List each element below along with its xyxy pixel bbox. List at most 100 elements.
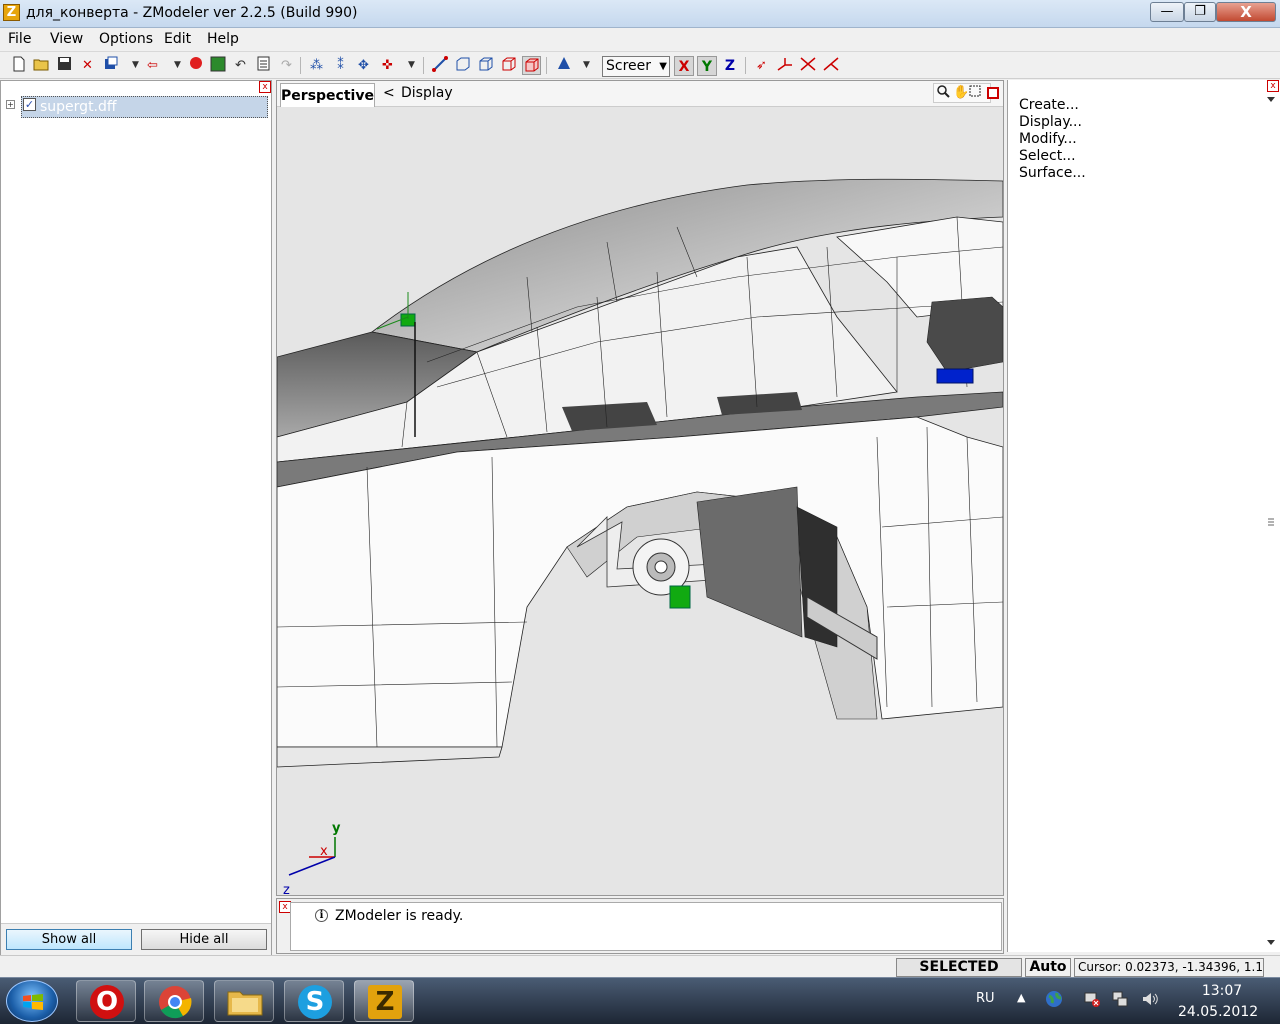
viewport-close-icon[interactable] [987,87,999,99]
dropdown-arrow-icon[interactable]: ▼ [577,56,596,75]
new-file-icon[interactable] [9,56,28,75]
tray-clock-date[interactable]: 24.05.2012 [1178,1004,1258,1020]
panel-close-icon[interactable]: x [259,81,271,93]
undo-stack-icon[interactable]: ⇦ [143,56,162,75]
material-icon[interactable] [208,56,227,75]
menu-file[interactable]: File [8,31,31,47]
taskbar-chrome[interactable] [144,980,204,1022]
axis-x-toggle[interactable]: X [674,56,694,76]
visibility-checkbox[interactable]: ✓ [23,98,36,111]
command-modify[interactable]: Modify... [1019,131,1077,148]
expand-icon[interactable]: + [6,100,15,109]
axis-gizmo-icon[interactable] [775,56,794,75]
menu-bar: File View Options Edit Help [0,28,1280,52]
panel-footer: Show all Hide all [1,923,271,956]
axis-z-toggle[interactable]: Z [720,56,740,76]
app-icon[interactable]: Z [3,4,20,21]
globe-icon[interactable] [1044,990,1064,1010]
command-display[interactable]: Display... [1019,114,1082,131]
3d-canvas[interactable]: y x z [277,107,1003,895]
axis-cross-icon[interactable] [798,56,817,75]
axis-pivot-icon[interactable] [821,56,840,75]
open-folder-icon[interactable] [32,56,51,75]
taskbar-opera[interactable]: O [76,980,136,1022]
menu-edit[interactable]: Edit [164,31,191,47]
menu-help[interactable]: Help [207,31,239,47]
tree-item[interactable]: + supergt.dff ✓ [6,96,268,118]
coordinate-system-select[interactable]: Screer ▼ [602,56,670,77]
tab-perspective[interactable]: Perspective [280,83,375,107]
zoom-icon[interactable] [937,85,950,102]
taskbar-skype[interactable]: S [284,980,344,1022]
pan-hand-icon[interactable]: ✋ [953,85,969,100]
transform-tool-icon[interactable]: ✜ [378,56,397,75]
hide-all-button[interactable]: Hide all [141,929,267,950]
taskbar-explorer[interactable] [214,980,274,1022]
status-auto[interactable]: Auto [1025,958,1071,977]
face-mode-icon[interactable] [453,56,472,75]
close-button[interactable]: X [1216,2,1276,22]
collapse-arrow-icon[interactable]: < [383,85,395,101]
chevron-down-icon: ▼ [659,61,667,72]
status-cursor: Cursor: 0.02373, -1.34396, 1.104 [1074,958,1264,977]
window-title: для_конверта - ZModeler ver 2.2.5 (Build… [26,5,358,21]
select-polygon-icon[interactable]: ⁑ [331,56,350,75]
skype-icon: S [298,985,332,1019]
network-icon[interactable] [1110,990,1130,1010]
group-mode-icon[interactable] [522,56,541,75]
panel-close-icon[interactable]: x [1267,80,1279,92]
windows-logo-icon [23,994,43,1010]
command-create[interactable]: Create... [1019,97,1079,114]
delete-icon[interactable]: ✕ [78,56,97,75]
record-icon[interactable] [186,56,205,75]
console-message: ZModeler is ready. [335,908,464,924]
vertical-scrollbar[interactable] [1263,94,1279,950]
volume-icon[interactable] [1140,990,1160,1010]
title-bar: Z для_конверта - ZModeler ver 2.2.5 (Bui… [0,0,1280,28]
taskbar-zmodeler[interactable]: Z [354,980,414,1022]
minimize-button[interactable]: — [1150,2,1184,22]
tray-language[interactable]: RU [976,991,995,1006]
tray-clock-time[interactable]: 13:07 [1192,983,1252,999]
car-model-wireframe: y x z [277,178,1003,895]
info-icon: i [315,909,328,922]
copy-icon[interactable] [101,56,120,75]
select-vertex-icon[interactable]: ⁂ [307,56,326,75]
console-log[interactable]: i ZModeler is ready. [290,902,1002,951]
dropdown-arrow-icon[interactable]: ▼ [168,56,187,75]
dropdown-arrow-icon[interactable]: ▼ [402,56,421,75]
menu-view[interactable]: View [50,31,83,47]
maximize-button[interactable]: ❐ [1184,2,1216,22]
vertex-mode-icon[interactable] [430,56,449,75]
axis-y-label: y [332,821,341,836]
axis-y-toggle[interactable]: Y [697,56,717,76]
command-select[interactable]: Select... [1019,148,1076,165]
maximize-view-icon[interactable] [969,85,981,101]
folder-icon [227,991,263,1016]
command-surface[interactable]: Surface... [1019,165,1086,182]
tray-expand-icon[interactable]: ▲ [1017,991,1025,1004]
start-button[interactable] [6,980,58,1022]
undo-icon[interactable]: ↶ [231,56,250,75]
move-tool-icon[interactable]: ✥ [354,56,373,75]
selection-filter-icon[interactable] [554,56,573,75]
selection-handle[interactable] [936,368,974,384]
menu-options[interactable]: Options [99,31,153,47]
taskbar: O S Z RU ▲ 13:07 24.05.2012 [0,977,1280,1024]
save-icon[interactable] [55,56,74,75]
box-mode-icon[interactable] [499,56,518,75]
viewport: Perspective < Display ✋ y x z [276,80,1004,896]
zmodeler-icon: Z [368,985,402,1019]
toolbar-separator [546,57,547,74]
console-panel: x i ZModeler is ready. [276,898,1004,954]
tree-item-label[interactable]: supergt.dff [21,96,268,118]
notes-icon[interactable] [254,56,273,75]
selection-handle[interactable] [669,585,691,609]
snap-icon[interactable]: ➶ [752,56,771,75]
network-error-icon[interactable] [1082,990,1102,1010]
redo-icon[interactable]: ↷ [277,56,296,75]
show-all-button[interactable]: Show all [6,929,132,950]
viewport-tools: ✋ [933,83,991,103]
display-menu[interactable]: Display [401,85,453,101]
object-mode-icon[interactable] [476,56,495,75]
